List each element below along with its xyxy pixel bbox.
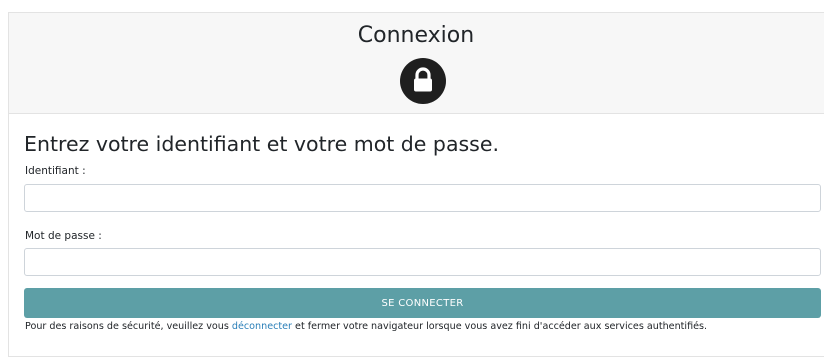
login-card: Connexion Entrez votre identifiant et vo… <box>8 12 824 357</box>
username-input[interactable] <box>24 184 821 212</box>
lock-icon <box>400 58 446 104</box>
security-notice: Pour des raisons de sécurité, veuillez v… <box>25 321 707 332</box>
login-button[interactable]: SE CONNECTER <box>24 288 821 318</box>
page-title: Connexion <box>357 23 475 48</box>
notice-text-after: et fermer votre navigateur lorsque vous … <box>292 321 708 332</box>
password-input[interactable] <box>24 248 821 276</box>
form-heading: Entrez votre identifiant et votre mot de… <box>24 132 499 156</box>
logout-link[interactable]: déconnecter <box>232 321 292 332</box>
card-header: Connexion <box>9 13 824 114</box>
password-label: Mot de passe : <box>25 230 102 242</box>
notice-text-before: Pour des raisons de sécurité, veuillez v… <box>25 321 232 332</box>
username-label: Identifiant : <box>25 165 86 177</box>
